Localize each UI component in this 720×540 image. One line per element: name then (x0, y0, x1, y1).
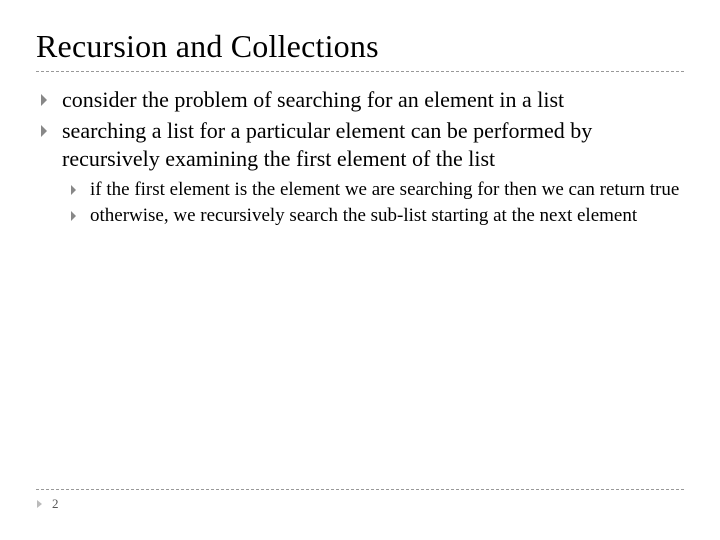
bullet-arrow-icon (70, 178, 90, 196)
bullet-arrow-icon (40, 86, 62, 107)
bullet-item: searching a list for a particular elemen… (40, 117, 684, 174)
slide: Recursion and Collections consider the p… (0, 0, 720, 229)
page-number: 2 (52, 496, 59, 512)
title-divider (36, 71, 684, 72)
slide-title: Recursion and Collections (36, 28, 684, 65)
bullet-item: consider the problem of searching for an… (40, 86, 684, 115)
bullet-text: searching a list for a particular elemen… (62, 117, 684, 174)
sub-bullet-item: otherwise, we recursively search the sub… (70, 204, 684, 229)
page-indicator: 2 (36, 496, 684, 512)
page-marker-icon (36, 499, 46, 509)
sub-bullet-text: if the first element is the element we a… (90, 178, 679, 203)
slide-footer: 2 (36, 489, 684, 512)
footer-divider (36, 489, 684, 490)
content-area: consider the problem of searching for an… (36, 86, 684, 229)
sub-bullet-item: if the first element is the element we a… (70, 178, 684, 203)
bullet-arrow-icon (70, 204, 90, 222)
bullet-text: consider the problem of searching for an… (62, 86, 564, 115)
bullet-arrow-icon (40, 117, 62, 138)
sub-bullet-text: otherwise, we recursively search the sub… (90, 204, 637, 229)
sub-bullet-list: if the first element is the element we a… (40, 178, 684, 229)
